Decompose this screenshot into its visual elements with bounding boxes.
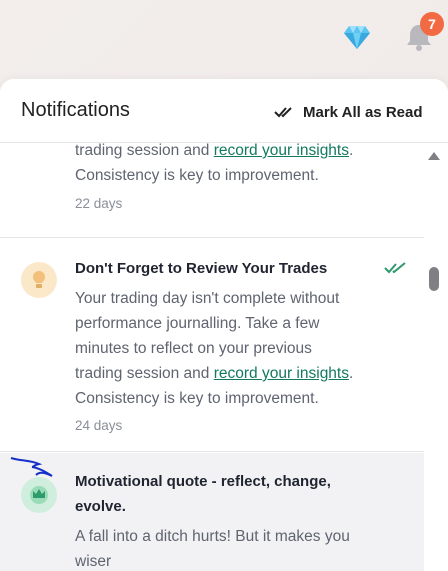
notification-item[interactable]: trading session and record your insights…	[0, 143, 424, 238]
notification-count-badge: 7	[420, 12, 444, 36]
hand-drawn-arrow-annotation	[10, 457, 53, 477]
scroll-up-arrow-icon[interactable]	[427, 151, 441, 161]
scrollbar-thumb[interactable]	[429, 267, 439, 291]
notifications-panel: Notifications Mark All as Read trading s…	[0, 79, 448, 571]
notification-title: Motivational quote - reflect, change, ev…	[75, 473, 331, 515]
notification-item[interactable]: Motivational quote - reflect, change, ev…	[0, 453, 424, 571]
notification-time: 22 days	[75, 196, 123, 211]
panel-title: Notifications	[21, 99, 130, 121]
notification-title: Don't Forget to Review Your Trades	[75, 260, 328, 277]
mark-all-read-label: Mark All as Read	[303, 103, 423, 121]
mark-all-read-button[interactable]: Mark All as Read	[274, 102, 423, 122]
record-insights-link[interactable]: record your insights	[214, 365, 349, 382]
record-insights-link[interactable]: record your insights	[214, 143, 349, 159]
notification-body: A fall into a ditch hurts! But it makes …	[75, 528, 350, 570]
bulb-icon	[21, 262, 57, 298]
notifications-list[interactable]: trading session and record your insights…	[0, 143, 448, 571]
notification-body: trading session and record your insights…	[75, 143, 354, 184]
top-bar: 7	[0, 0, 448, 75]
crown-icon	[21, 477, 57, 513]
notification-item[interactable]: Don't Forget to Review Your Trades Your …	[0, 238, 424, 452]
notification-time: 24 days	[75, 418, 123, 433]
notification-body: Your trading day isn't complete without …	[75, 290, 354, 407]
double-check-icon[interactable]	[384, 261, 408, 275]
diamond-icon[interactable]	[343, 23, 371, 51]
panel-header: Notifications Mark All as Read	[0, 79, 448, 143]
double-check-icon	[274, 107, 292, 118]
